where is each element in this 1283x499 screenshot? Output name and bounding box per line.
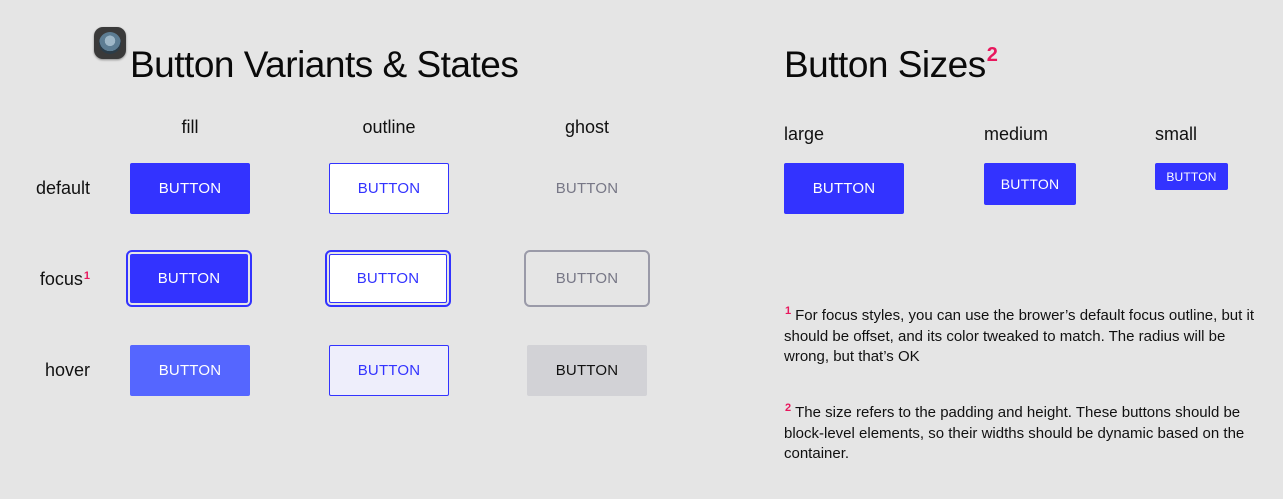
row-header-default: default [35,178,90,198]
col-header-outline: outline [362,117,416,137]
button-fill-focus[interactable]: BUTTON [130,254,248,303]
size-label-small: small [1155,124,1198,144]
focus-ring-fill: BUTTON [126,250,252,307]
focus-footnote-marker: 1 [83,270,90,282]
focus-ring-outline: BUTTON [325,250,451,307]
size-label-medium: medium [984,124,1049,144]
variants-title: Button Variants & States [130,44,519,85]
size-label-large: large [784,124,825,144]
sizes-footnote-marker: 2 [986,44,998,66]
col-header-ghost: ghost [564,117,610,137]
button-outline-focus[interactable]: BUTTON [329,254,447,303]
footnote-1: 1 For focus styles, you can use the browe… [784,305,1254,367]
footnote-1-marker: 1 [785,305,792,317]
button-ghost-focus[interactable]: BUTTON [528,254,646,303]
row-header-focus: focus1 [0,269,90,290]
footnote-2: 2 The size refers to the padding and heig… [784,402,1254,464]
avatar[interactable] [94,27,126,59]
sizes-title: Button Sizes2 [784,44,998,86]
row-header-hover: hover [44,360,90,380]
button-size-small[interactable]: BUTTON [1155,163,1228,190]
button-outline-hover[interactable]: BUTTON [329,345,449,396]
button-fill-hover[interactable]: BUTTON [130,345,250,396]
row-header-focus-label: focus [39,269,83,289]
footnote-2-text: The size refers to the padding and heigh… [784,404,1245,462]
footnote-1-text: For focus styles, you can use the brower… [784,307,1254,365]
col-header-fill: fill [181,117,199,137]
footnote-2-marker: 2 [785,402,792,414]
button-ghost-default[interactable]: BUTTON [527,163,647,214]
button-size-large[interactable]: BUTTON [784,163,904,214]
button-ghost-hover[interactable]: BUTTON [527,345,647,396]
focus-ring-ghost: BUTTON [524,250,650,307]
button-outline-default[interactable]: BUTTON [329,163,449,214]
button-size-medium[interactable]: BUTTON [984,163,1076,205]
user-avatar-image [99,32,121,54]
button-fill-default[interactable]: BUTTON [130,163,250,214]
sizes-title-text: Button Sizes [784,44,986,85]
